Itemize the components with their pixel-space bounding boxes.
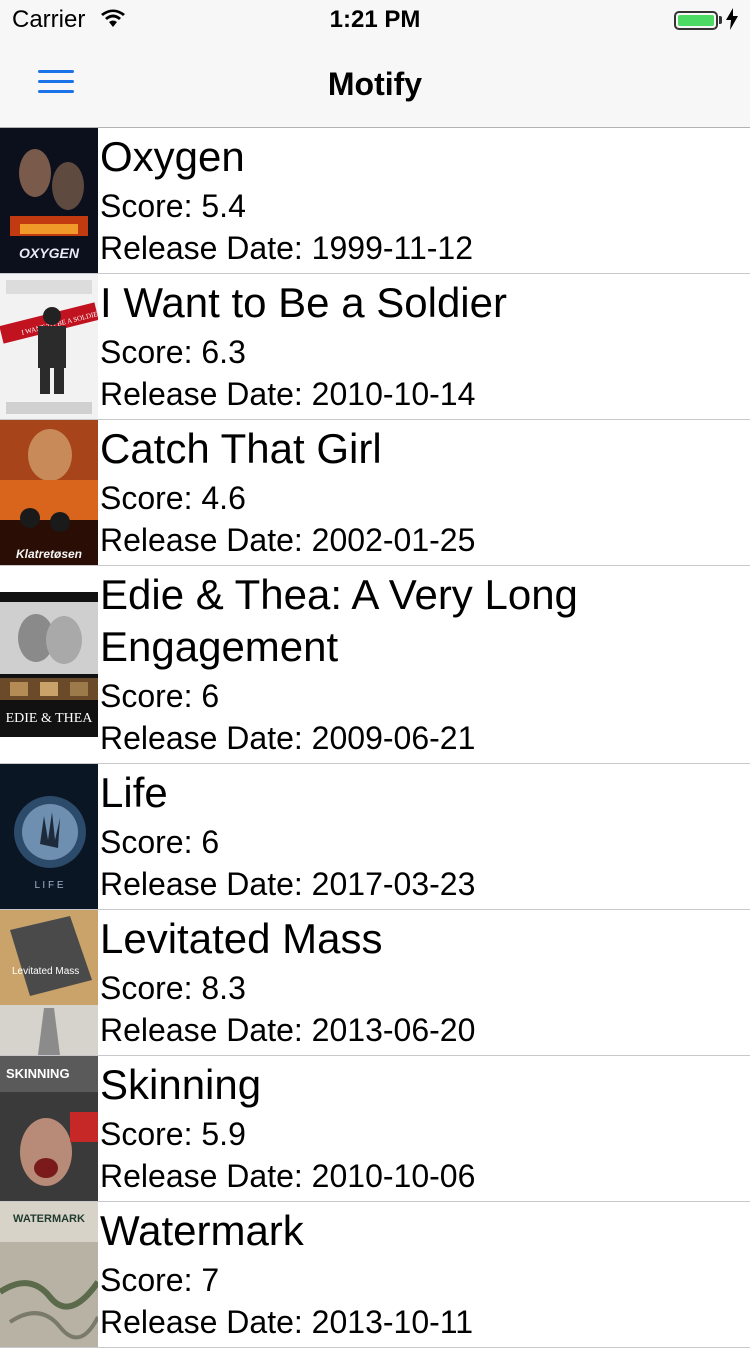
poster-text: SKINNING: [6, 1066, 70, 1081]
movie-poster: I WANT TO BE A SOLDIER: [0, 274, 98, 419]
status-bar: Carrier 1:21 PM: [0, 0, 750, 40]
movie-score: Score: 8.3: [100, 970, 246, 1006]
movie-poster: L I F E: [0, 764, 98, 909]
movie-release-date: Release Date: 2017-03-23: [100, 866, 476, 902]
movie-score: Score: 6: [100, 824, 220, 860]
poster-text: Klatretøsen: [16, 547, 82, 561]
movie-score: Score: 4.6: [100, 480, 246, 516]
movie-score: Score: 6: [100, 678, 220, 714]
movie-score: Score: 6.3: [100, 334, 246, 370]
battery-level: [678, 15, 714, 26]
movie-title: Oxygen: [100, 133, 245, 180]
movie-release-date: Release Date: 2013-10-11: [100, 1304, 473, 1340]
movie-release-date: Release Date: 2009-06-21: [100, 720, 476, 756]
movie-poster: SKINNING: [0, 1056, 98, 1201]
movie-poster: WATERMARK: [0, 1202, 98, 1347]
movie-score: Score: 7: [100, 1262, 220, 1298]
movie-list: OXYGEN Oxygen Score: 5.4 Release Date: 1…: [0, 128, 750, 1348]
movie-title: Life: [100, 769, 168, 816]
battery-nub: [719, 16, 722, 24]
movie-score: Score: 5.9: [100, 1116, 246, 1152]
movie-row[interactable]: SKINNING Skinning Score: 5.9 Release Dat…: [0, 1056, 750, 1202]
movie-title: Edie & Thea: A Very Long Engagement: [100, 571, 578, 670]
movie-release-date: Release Date: 2013-06-20: [100, 1012, 476, 1048]
poster-text: EDIE & THEA: [6, 711, 94, 726]
movie-title: Skinning: [100, 1061, 262, 1108]
battery-icon: [674, 11, 718, 30]
movie-release-date: Release Date: 2002-01-25: [100, 522, 476, 558]
movie-poster: OXYGEN: [0, 128, 98, 273]
poster-text: Levitated Mass: [12, 966, 79, 977]
poster-text: OXYGEN: [19, 245, 80, 261]
page-title: Motify: [327, 66, 423, 102]
movie-poster: Klatretøsen: [0, 420, 98, 565]
movie-release-date: Release Date: 1999-11-12: [100, 230, 473, 266]
charging-bolt-icon: [726, 8, 738, 30]
poster-text: WATERMARK: [13, 1213, 85, 1225]
movie-row[interactable]: Klatretøsen Catch That Girl Score: 4.6 R…: [0, 420, 750, 566]
movie-row[interactable]: I WANT TO BE A SOLDIER I Want to Be a So…: [0, 274, 750, 420]
movie-title: Catch That Girl: [100, 425, 382, 472]
movie-release-date: Release Date: 2010-10-06: [100, 1158, 476, 1194]
movie-score: Score: 5.4: [100, 188, 246, 224]
status-time: 1:21 PM: [329, 6, 421, 33]
movie-title: I Want to Be a Soldier: [100, 279, 507, 326]
poster-text: L I F E: [34, 880, 63, 891]
movie-row[interactable]: L I F E Life Score: 6 Release Date: 2017…: [0, 764, 750, 910]
movie-title: Watermark: [100, 1207, 304, 1254]
movie-title: Levitated Mass: [100, 915, 383, 962]
movie-poster: EDIE & THEA: [0, 592, 98, 737]
movie-release-date: Release Date: 2010-10-14: [100, 376, 476, 412]
movie-row[interactable]: Levitated Mass Levitated Mass Score: 8.3…: [0, 910, 750, 1056]
movie-row[interactable]: EDIE & THEA Edie & Thea: A Very Long Eng…: [0, 566, 750, 764]
navigation-bar: Motify: [0, 40, 750, 128]
movie-poster: Levitated Mass: [0, 910, 98, 1055]
movie-row[interactable]: WATERMARK Watermark Score: 7 Release Dat…: [0, 1202, 750, 1348]
movie-row[interactable]: OXYGEN Oxygen Score: 5.4 Release Date: 1…: [0, 128, 750, 274]
